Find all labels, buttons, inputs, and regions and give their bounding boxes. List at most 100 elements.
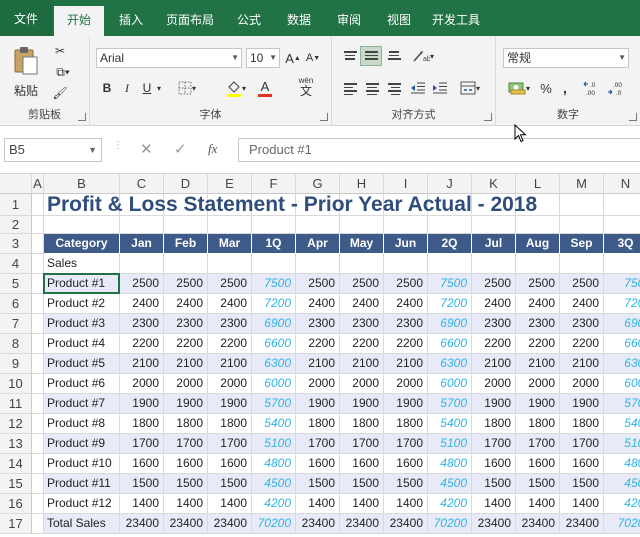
cell[interactable] [340, 254, 384, 274]
value-cell[interactable]: 5100 [604, 434, 640, 454]
value-cell[interactable]: 1800 [472, 414, 516, 434]
value-cell[interactable]: 1800 [340, 414, 384, 434]
cell[interactable] [428, 254, 472, 274]
row-header[interactable]: 5 [0, 274, 32, 294]
value-cell[interactable]: 23400 [472, 514, 516, 534]
column-header[interactable]: H [340, 174, 384, 194]
value-cell[interactable]: 2200 [340, 334, 384, 354]
tab-6[interactable]: 审阅 [326, 6, 372, 36]
paste-button[interactable]: 粘贴 [8, 42, 44, 102]
column-header[interactable]: I [384, 174, 428, 194]
value-cell[interactable]: 1800 [296, 414, 340, 434]
value-cell[interactable]: 23400 [340, 514, 384, 534]
value-cell[interactable]: 2300 [296, 314, 340, 334]
name-box[interactable]: B5 ▼ [4, 138, 102, 162]
row-header[interactable]: 16 [0, 494, 32, 514]
font-launcher-icon[interactable] [320, 113, 328, 121]
cut-icon[interactable]: ✂ [50, 42, 70, 60]
cell[interactable] [32, 374, 44, 394]
value-cell[interactable]: 4200 [428, 494, 472, 514]
value-cell[interactable]: 1900 [340, 394, 384, 414]
cell[interactable] [296, 254, 340, 274]
cell[interactable] [32, 354, 44, 374]
cell[interactable] [472, 216, 516, 234]
value-cell[interactable]: 6900 [428, 314, 472, 334]
value-cell[interactable]: 6900 [252, 314, 296, 334]
header-cell[interactable]: Mar [208, 234, 252, 254]
cell[interactable] [384, 254, 428, 274]
cell[interactable] [604, 194, 640, 216]
cell[interactable] [32, 334, 44, 354]
value-cell[interactable]: 2100 [296, 354, 340, 374]
value-cell[interactable]: 1500 [340, 474, 384, 494]
cell[interactable] [296, 216, 340, 234]
value-cell[interactable]: 1400 [208, 494, 252, 514]
value-cell[interactable]: 7500 [604, 274, 640, 294]
row-label-cell[interactable]: Product #3 [44, 314, 120, 334]
value-cell[interactable]: 2100 [384, 354, 428, 374]
value-cell[interactable]: 1600 [296, 454, 340, 474]
column-header[interactable]: E [208, 174, 252, 194]
value-cell[interactable]: 2000 [208, 374, 252, 394]
row-header[interactable]: 9 [0, 354, 32, 374]
row-header[interactable]: 10 [0, 374, 32, 394]
font-name-combo[interactable]: Arial ▼ [96, 48, 242, 68]
tab-0[interactable]: 文件 [0, 0, 52, 36]
value-cell[interactable]: 2000 [384, 374, 428, 394]
row-label-cell[interactable]: Product #4 [44, 334, 120, 354]
row-header[interactable]: 2 [0, 216, 32, 234]
value-cell[interactable]: 6600 [428, 334, 472, 354]
value-cell[interactable]: 2400 [164, 294, 208, 314]
orientation-icon[interactable]: ab ▾ [410, 46, 436, 66]
column-header[interactable]: F [252, 174, 296, 194]
tab-2[interactable]: 插入 [108, 6, 154, 36]
cell[interactable] [252, 254, 296, 274]
header-cell[interactable]: Feb [164, 234, 208, 254]
row-label-cell[interactable]: Product #6 [44, 374, 120, 394]
value-cell[interactable]: 70200 [604, 514, 640, 534]
column-header[interactable]: G [296, 174, 340, 194]
value-cell[interactable]: 1500 [384, 474, 428, 494]
value-cell[interactable]: 1400 [472, 494, 516, 514]
value-cell[interactable]: 7200 [428, 294, 472, 314]
column-header[interactable]: K [472, 174, 516, 194]
value-cell[interactable]: 1800 [560, 414, 604, 434]
row-header[interactable]: 1 [0, 194, 32, 216]
value-cell[interactable]: 5700 [252, 394, 296, 414]
value-cell[interactable]: 1400 [296, 494, 340, 514]
cell[interactable] [32, 494, 44, 514]
value-cell[interactable]: 1500 [472, 474, 516, 494]
value-cell[interactable]: 1700 [120, 434, 164, 454]
value-cell[interactable]: 4500 [428, 474, 472, 494]
comma-button[interactable]: , [558, 78, 572, 98]
value-cell[interactable]: 2300 [472, 314, 516, 334]
percent-button[interactable]: % [538, 78, 554, 98]
cell[interactable] [472, 254, 516, 274]
row-label-cell[interactable]: Product #1 [44, 274, 120, 294]
cell[interactable] [44, 216, 120, 234]
value-cell[interactable]: 23400 [384, 514, 428, 534]
value-cell[interactable]: 1800 [208, 414, 252, 434]
cell[interactable] [560, 216, 604, 234]
value-cell[interactable]: 4800 [428, 454, 472, 474]
cell[interactable] [604, 254, 640, 274]
cell[interactable] [208, 216, 252, 234]
value-cell[interactable]: 1700 [560, 434, 604, 454]
value-cell[interactable]: 6600 [604, 334, 640, 354]
value-cell[interactable]: 1600 [164, 454, 208, 474]
value-cell[interactable]: 7200 [604, 294, 640, 314]
value-cell[interactable]: 6300 [428, 354, 472, 374]
value-cell[interactable]: 4500 [252, 474, 296, 494]
cell[interactable] [32, 274, 44, 294]
value-cell[interactable]: 1700 [384, 434, 428, 454]
value-cell[interactable]: 7200 [252, 294, 296, 314]
cell[interactable] [384, 216, 428, 234]
borders-icon[interactable]: ▾ [174, 78, 200, 98]
header-cell[interactable]: 1Q [252, 234, 296, 254]
value-cell[interactable]: 1700 [296, 434, 340, 454]
italic-button[interactable]: I [120, 78, 134, 98]
copy-icon[interactable]: ⧉▾ [50, 63, 76, 81]
cell[interactable] [516, 254, 560, 274]
column-header[interactable]: B [44, 174, 120, 194]
tab-3[interactable]: 页面布局 [158, 6, 222, 36]
